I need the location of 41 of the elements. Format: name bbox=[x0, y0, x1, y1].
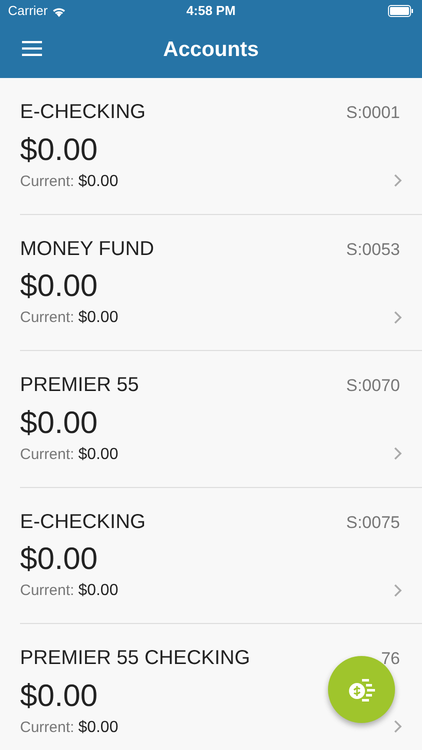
account-row[interactable]: E-CHECKING S:0075 $0.00 Current: $0.00 bbox=[20, 488, 422, 624]
account-name: E-CHECKING bbox=[20, 510, 146, 534]
battery-icon bbox=[388, 5, 414, 17]
account-name: PREMIER 55 bbox=[20, 373, 139, 397]
account-name: E-CHECKING bbox=[20, 100, 146, 124]
coins-icon bbox=[348, 678, 376, 702]
current-label: Current: bbox=[20, 309, 74, 326]
clock-time: 4:58 PM bbox=[186, 3, 236, 18]
account-number: S:0070 bbox=[346, 375, 400, 397]
account-balance: $0.00 bbox=[20, 404, 98, 440]
account-row[interactable]: PREMIER 55 S:0070 $0.00 Current: $0.00 bbox=[20, 351, 422, 488]
chevron-right-icon bbox=[394, 447, 402, 460]
current-label: Current: bbox=[20, 446, 74, 462]
account-number: S:0075 bbox=[346, 512, 400, 534]
carrier-label: Carrier bbox=[8, 2, 48, 20]
account-name: MONEY FUND bbox=[20, 236, 154, 260]
current-balance: $0.00 bbox=[78, 718, 118, 736]
current-label: Current: bbox=[20, 582, 74, 599]
current-balance: $0.00 bbox=[78, 582, 118, 599]
account-number: S:0053 bbox=[346, 238, 400, 260]
current-balance: $0.00 bbox=[78, 309, 118, 326]
account-number: S:0001 bbox=[346, 102, 400, 124]
account-number: 76 bbox=[381, 648, 400, 670]
page-title: Accounts bbox=[163, 37, 259, 63]
current-balance: $0.00 bbox=[78, 446, 118, 462]
account-balance: $0.00 bbox=[20, 541, 98, 576]
account-balance: $0.00 bbox=[20, 678, 98, 712]
menu-button[interactable] bbox=[22, 41, 42, 56]
account-balance: $0.00 bbox=[20, 132, 98, 166]
chevron-right-icon bbox=[394, 310, 402, 324]
account-row[interactable]: MONEY FUND S:0053 $0.00 Current: $0.00 bbox=[20, 214, 422, 351]
chevron-right-icon bbox=[394, 720, 402, 733]
account-balance: $0.00 bbox=[20, 268, 98, 303]
account-name: PREMIER 55 CHECKING bbox=[20, 646, 250, 670]
current-balance: $0.00 bbox=[78, 172, 118, 190]
chevron-right-icon bbox=[394, 174, 402, 187]
chevron-right-icon bbox=[394, 584, 402, 596]
current-label: Current: bbox=[20, 718, 74, 736]
account-row[interactable]: E-CHECKING S:0001 $0.00 Current: $0.00 bbox=[20, 78, 422, 214]
wifi-icon bbox=[52, 6, 66, 16]
current-label: Current: bbox=[20, 172, 74, 190]
